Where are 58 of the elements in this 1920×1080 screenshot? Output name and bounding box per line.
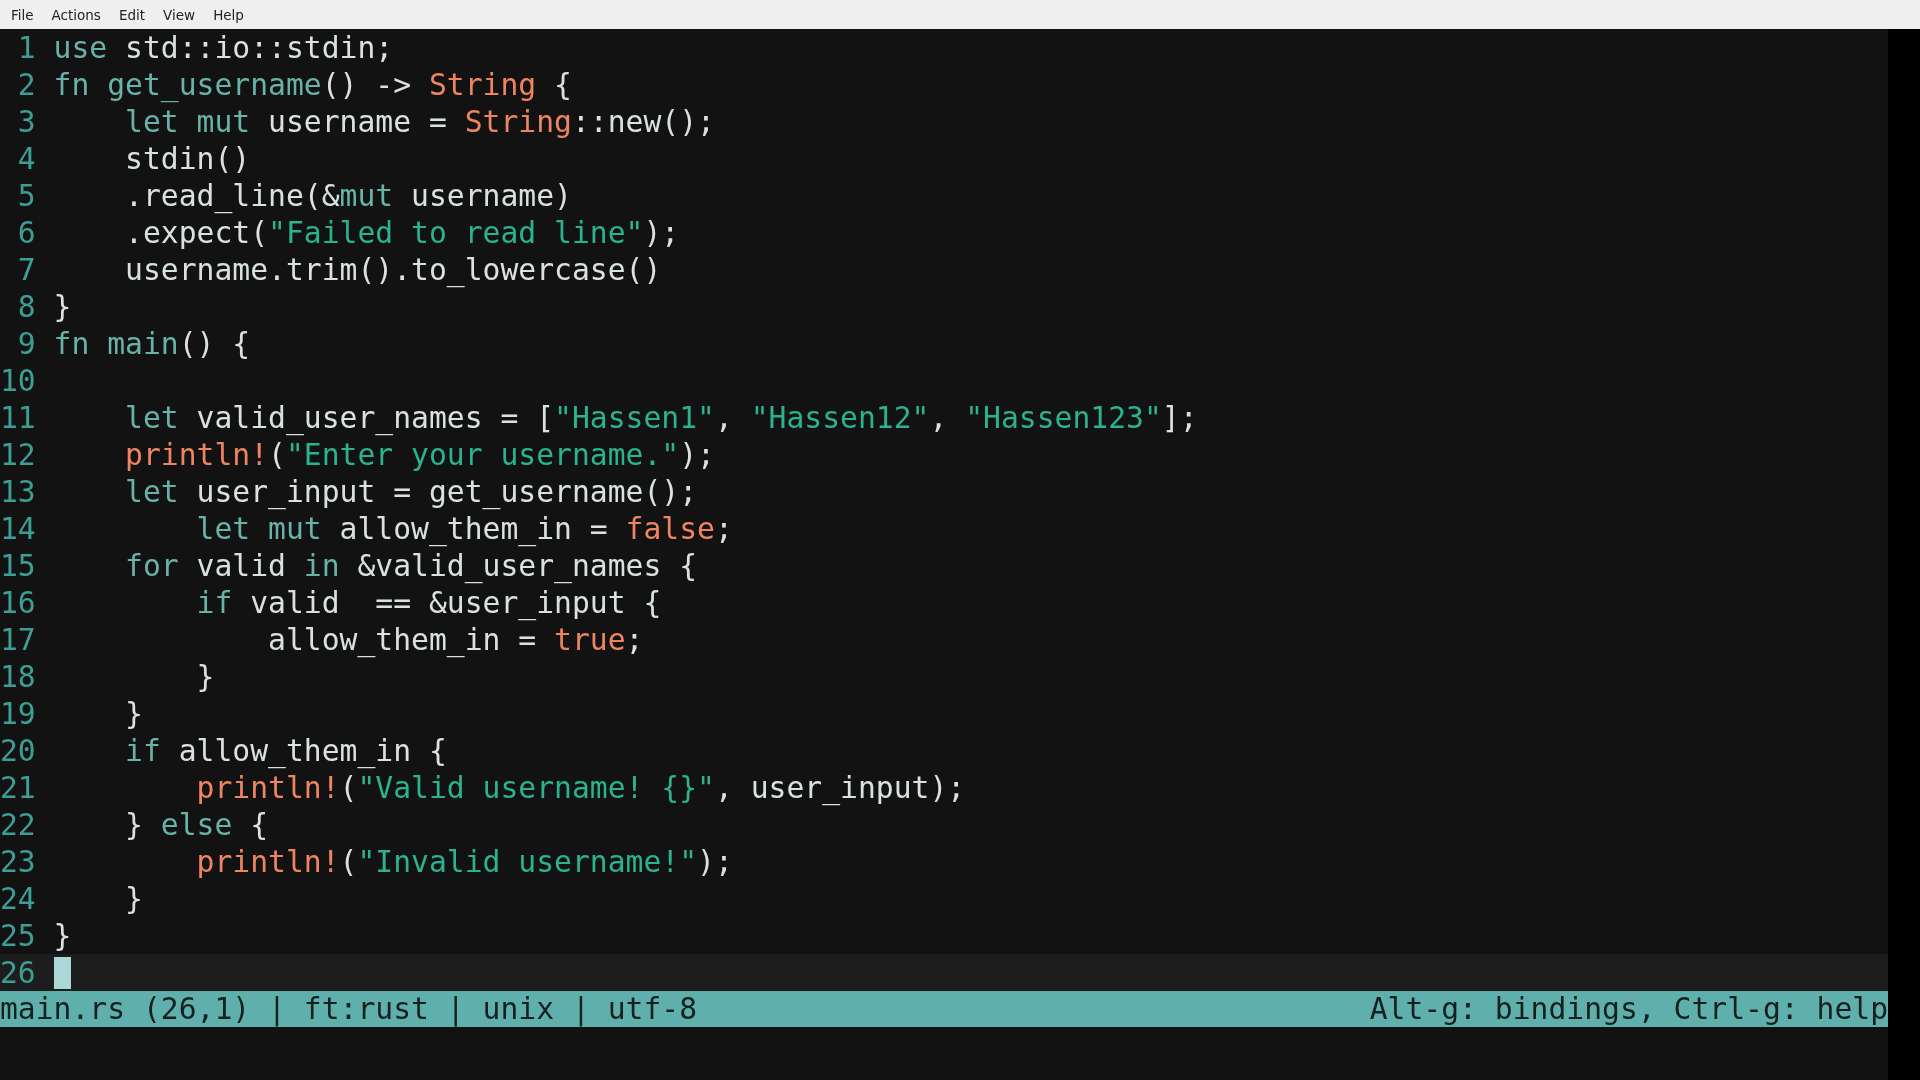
line-number: 10	[0, 362, 36, 399]
line-number: 14	[0, 510, 36, 547]
line-number: 16	[0, 584, 36, 621]
code-line: .read_line(&mut username)	[124, 177, 572, 214]
line-number: 1	[16, 29, 36, 66]
status-text: main.rs (26,1) | ft:rust | unix | utf-8	[0, 991, 698, 1027]
line-number: 22	[0, 806, 36, 843]
code-line: let user_input = get_username();	[124, 473, 698, 510]
line-number: 4	[16, 140, 36, 177]
menu-item[interactable]: Edit	[109, 6, 155, 23]
code-line: allow_them_in = true;	[267, 621, 644, 658]
line-number: 9	[16, 325, 36, 362]
line-number: 17	[0, 621, 36, 658]
code-line: println!("Invalid username!");	[195, 843, 733, 880]
menu-item[interactable]: File	[2, 6, 43, 23]
line-number: 6	[16, 214, 36, 251]
code-line: } else {	[124, 806, 269, 843]
line-number: 21	[0, 769, 36, 806]
code-line: use std::io::stdin;	[53, 29, 394, 66]
line-number: 5	[16, 177, 36, 214]
line-number: 19	[0, 695, 36, 732]
code-line: let valid_user_names = ["Hassen1", "Hassen12", "Hassen123"];	[124, 399, 1198, 436]
code-line: fn get_username() -> String {	[53, 66, 572, 103]
menu-item[interactable]: Actions	[42, 6, 110, 23]
code-line: }	[53, 917, 72, 954]
code-line: }	[195, 658, 215, 695]
code-line: stdin()	[124, 140, 251, 177]
menu-item[interactable]: Help	[204, 6, 253, 23]
line-number: 18	[0, 658, 36, 695]
line-number: 24	[0, 880, 36, 917]
line-number: 15	[0, 547, 36, 584]
line-number: 20	[0, 732, 36, 769]
code-line: }	[124, 695, 143, 732]
menu-item[interactable]: View	[154, 6, 205, 23]
code-line: println!("Valid username! {}", user_input);	[195, 769, 966, 806]
code-line: println!("Enter your username.");	[124, 436, 715, 473]
line-number: 7	[16, 251, 36, 288]
line-number: 25	[0, 917, 36, 954]
code-line: .expect("Failed to read line");	[124, 214, 680, 251]
line-number: 12	[0, 436, 36, 473]
key-hint: Alt-g: bindings, Ctrl-g: help	[1369, 991, 1888, 1027]
text-cursor	[53, 957, 72, 989]
line-number: 26	[0, 954, 36, 991]
code-line: if valid == &user_input {	[195, 584, 662, 621]
code-line: let mut allow_them_in = false;	[195, 510, 733, 547]
code-line: }	[53, 288, 72, 325]
line-number: 13	[0, 473, 36, 510]
line-number: 23	[0, 843, 36, 880]
code-line: if allow_them_in {	[124, 732, 447, 769]
code-line: }	[124, 880, 143, 917]
line-number: 2	[16, 66, 36, 103]
line-number: 3	[16, 103, 36, 140]
code-line: username.trim().to_lowercase()	[124, 251, 662, 288]
code-line: fn main() {	[53, 325, 251, 362]
code-line: let mut username = String::new();	[124, 103, 715, 140]
line-number: 8	[16, 288, 36, 325]
code-line: for valid in &valid_user_names {	[124, 547, 698, 584]
line-number: 11	[0, 399, 36, 436]
